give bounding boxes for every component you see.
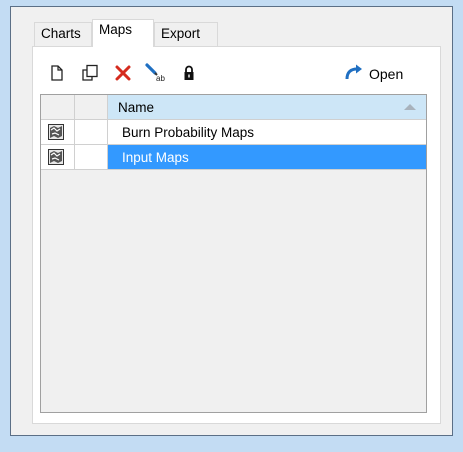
grid-header-row: Name [41,95,426,120]
row-blank-cell [75,145,108,169]
open-button[interactable]: Open [344,63,403,85]
tab-export-label: Export [161,26,201,41]
row-name: Input Maps [122,149,189,165]
tab-export[interactable]: Export [154,22,218,46]
map-icon [48,149,64,165]
row-name: Burn Probability Maps [122,124,255,140]
map-icon [48,124,64,140]
tab-maps[interactable]: Maps [92,19,154,47]
tab-maps-label: Maps [99,22,133,37]
new-document-icon[interactable] [46,62,68,84]
name-column-header[interactable]: Name [108,95,426,119]
rename-icon[interactable]: ab [145,62,167,84]
maps-grid[interactable]: Name Burn Probability Maps Input Maps [40,94,427,413]
row-icon-cell [41,120,75,144]
tab-charts[interactable]: Charts [34,22,92,46]
open-button-label: Open [369,66,404,82]
lock-icon[interactable] [178,62,200,84]
sort-ascending-icon [404,104,416,110]
redo-arrow-icon [344,64,364,85]
name-header-label: Name [118,99,155,115]
delete-icon[interactable] [112,62,134,84]
copy-icon[interactable] [79,62,101,84]
row-name-cell[interactable]: Input Maps [108,145,426,169]
svg-text:ab: ab [156,74,165,83]
top-strip-border [10,6,453,7]
row-blank-cell [75,120,108,144]
row-name-cell[interactable]: Burn Probability Maps [108,120,426,144]
table-row-selected[interactable]: Input Maps [41,145,426,170]
row-icon-cell [41,145,75,169]
header-icon-cell [41,95,75,119]
table-row[interactable]: Burn Probability Maps [41,120,426,145]
header-blank-cell [75,95,108,119]
tab-charts-label: Charts [41,26,81,41]
